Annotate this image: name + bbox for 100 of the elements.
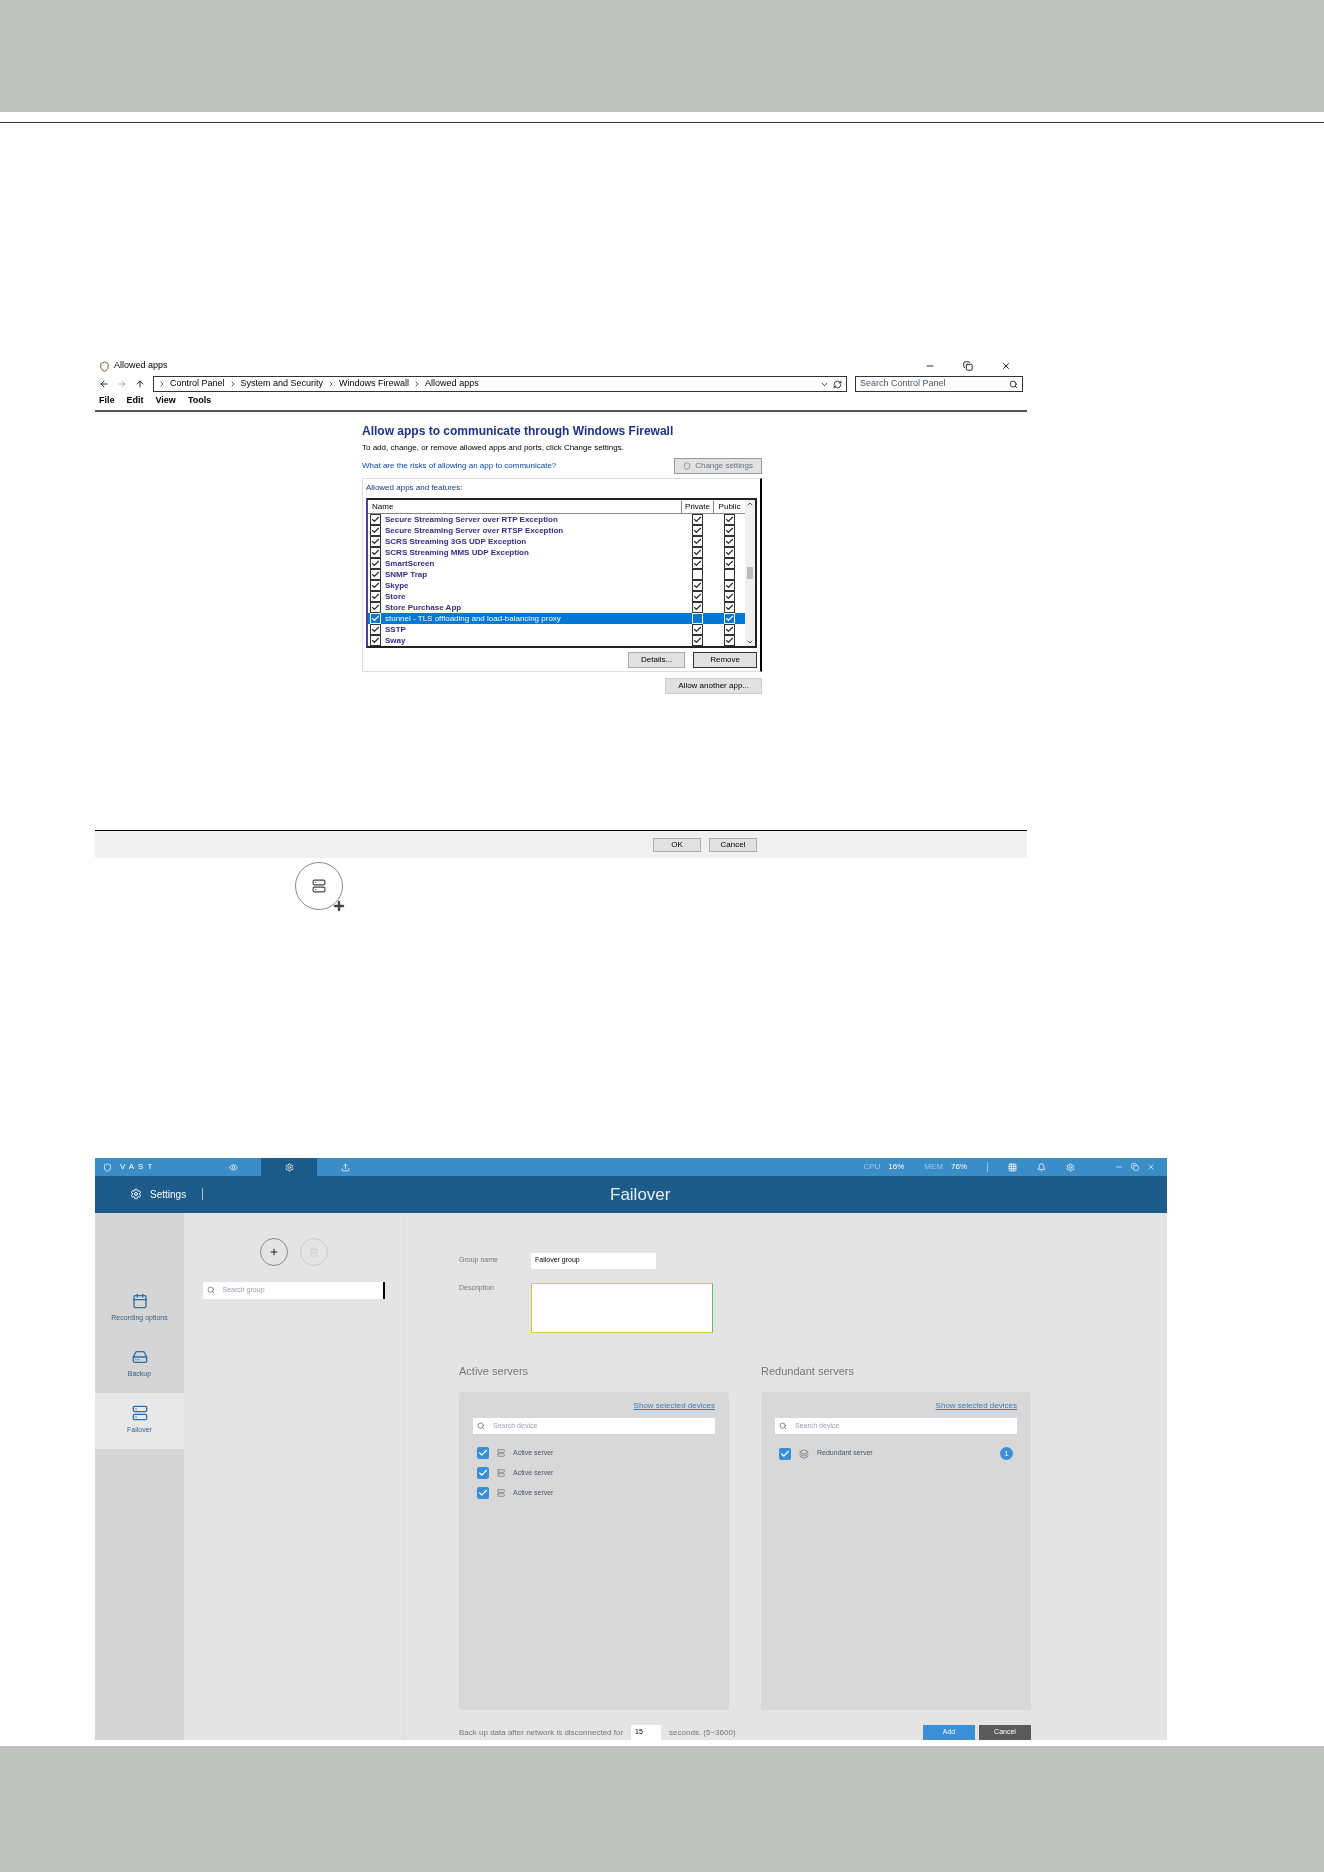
menu-item[interactable]: File: [99, 394, 115, 408]
app-row[interactable]: SNMP Trap: [368, 569, 745, 580]
checkbox[interactable]: [370, 580, 381, 591]
scroll-thumb[interactable]: [747, 567, 753, 579]
dialog-button[interactable]: OK: [653, 837, 701, 852]
top-tab[interactable]: [261, 1158, 317, 1177]
checkbox[interactable]: [723, 536, 735, 547]
back-icon[interactable]: [99, 379, 109, 389]
eye-icon: [228, 1162, 238, 1172]
checkbox[interactable]: [370, 635, 381, 646]
checkbox[interactable]: [723, 514, 735, 525]
window-title: Allowed apps: [114, 359, 168, 373]
checkbox[interactable]: [691, 558, 703, 569]
app-row[interactable]: SSTP: [368, 624, 745, 635]
details-button[interactable]: Details...: [628, 652, 686, 668]
grid-icon[interactable]: [1008, 1162, 1017, 1172]
checkbox[interactable]: [370, 536, 381, 547]
cpu-usage: 16%: [888, 1161, 905, 1174]
app-name: SCRS Streaming 3GS UDP Exception: [384, 535, 528, 548]
heading: Allow apps to communicate through Windows Firewall: [362, 423, 675, 440]
checkbox[interactable]: [370, 514, 381, 525]
checkbox[interactable]: [723, 602, 735, 613]
checkbox[interactable]: [370, 602, 381, 613]
app-name: SNMP Trap: [384, 568, 429, 581]
checkbox[interactable]: [691, 514, 703, 525]
checkbox[interactable]: [370, 558, 381, 569]
server-icon: [799, 1448, 809, 1459]
close-icon[interactable]: [1001, 361, 1011, 371]
checkbox[interactable]: [723, 547, 735, 558]
app-row[interactable]: Skype: [368, 580, 745, 591]
checkbox[interactable]: [370, 569, 381, 580]
checkbox[interactable]: [723, 569, 735, 580]
app-row[interactable]: SmartScreen: [368, 558, 745, 569]
seconds-range: seconds. (5~3600): [669, 1726, 736, 1739]
checkbox[interactable]: [723, 624, 735, 635]
checkbox[interactable]: [723, 525, 735, 536]
change-settings-button[interactable]: Change settings: [674, 458, 762, 474]
section-title: Active servers: [459, 1363, 530, 1379]
column-header[interactable]: Private: [681, 500, 713, 513]
breadcrumb-item[interactable]: Control Panel: [170, 377, 225, 391]
up-icon[interactable]: [135, 379, 145, 389]
scroll-up-icon[interactable]: [746, 500, 754, 508]
restore-icon[interactable]: [963, 361, 973, 371]
export-icon: [340, 1162, 350, 1172]
app-name: stunnel - TLS offloading and load-balancing proxy: [384, 612, 562, 625]
scroll-down-icon[interactable]: [746, 638, 754, 646]
search-field[interactable]: Search Control Panel: [855, 376, 1023, 392]
server-icon: [497, 1469, 505, 1477]
checkbox[interactable]: [691, 525, 703, 536]
server-icon: [497, 1449, 505, 1457]
checkbox[interactable]: [691, 569, 703, 580]
app-row[interactable]: Secure Streaming Server over RTSP Exception: [368, 525, 745, 536]
drive-icon: [131, 1349, 148, 1366]
app-row[interactable]: Store: [368, 591, 745, 602]
checkbox[interactable]: [691, 536, 703, 547]
menu-item[interactable]: Edit: [126, 394, 144, 408]
bell-icon[interactable]: [1037, 1162, 1046, 1172]
checkbox[interactable]: [779, 1447, 791, 1460]
checkbox[interactable]: [691, 547, 703, 558]
checkbox[interactable]: [477, 1487, 489, 1499]
checkbox[interactable]: [370, 547, 381, 558]
address-bar[interactable]: Control Panel System and Security Windows Firewall Allowed apps: [153, 376, 847, 392]
checkbox[interactable]: [691, 591, 703, 602]
description-field[interactable]: [531, 1282, 713, 1333]
checkbox[interactable]: [691, 580, 703, 591]
breadcrumb-item[interactable]: Allowed apps: [425, 377, 479, 391]
section-title: Redundant servers: [761, 1363, 855, 1379]
search-icon: [206, 1286, 215, 1294]
dialog-button[interactable]: Cancel: [709, 837, 757, 852]
app-row[interactable]: Secure Streaming Server over RTP Exception: [368, 514, 745, 525]
menu-item[interactable]: Tools: [187, 394, 212, 408]
app-row[interactable]: SCRS Streaming MMS UDP Exception: [368, 547, 745, 558]
checkbox[interactable]: [477, 1447, 489, 1459]
checkbox[interactable]: [691, 624, 703, 635]
server-icon: [131, 1405, 148, 1422]
checkbox[interactable]: [723, 635, 735, 646]
allow-another-app-button[interactable]: Allow another app...: [665, 678, 762, 694]
breadcrumb-item[interactable]: System and Security: [240, 377, 324, 391]
checkbox[interactable]: [723, 591, 735, 602]
breadcrumb-item[interactable]: Windows Firewall: [339, 377, 410, 391]
app-name: SSTP: [384, 623, 407, 636]
checkbox[interactable]: [370, 624, 381, 635]
column-header[interactable]: Name: [368, 500, 681, 513]
app-name: Store Purchase App: [384, 601, 463, 614]
scrollbar[interactable]: [745, 500, 755, 646]
risk-link[interactable]: What are the risks of allowing an app to communicate?: [362, 460, 557, 472]
checkbox[interactable]: [691, 635, 703, 646]
checkbox[interactable]: [370, 591, 381, 602]
checkbox[interactable]: [477, 1467, 489, 1479]
checkbox[interactable]: [691, 602, 703, 613]
remove-button[interactable]: Remove: [693, 652, 757, 668]
checkbox[interactable]: [723, 558, 735, 569]
refresh-icon[interactable]: [833, 379, 842, 389]
checkbox[interactable]: [370, 525, 381, 536]
app-row[interactable]: Sway: [368, 635, 745, 646]
menu-item[interactable]: View: [155, 394, 176, 408]
app-row[interactable]: SCRS Streaming 3GS UDP Exception: [368, 536, 745, 547]
app-name: SCRS Streaming MMS UDP Exception: [384, 546, 530, 559]
app-row[interactable]: Store Purchase App: [368, 602, 745, 613]
checkbox[interactable]: [723, 580, 735, 591]
